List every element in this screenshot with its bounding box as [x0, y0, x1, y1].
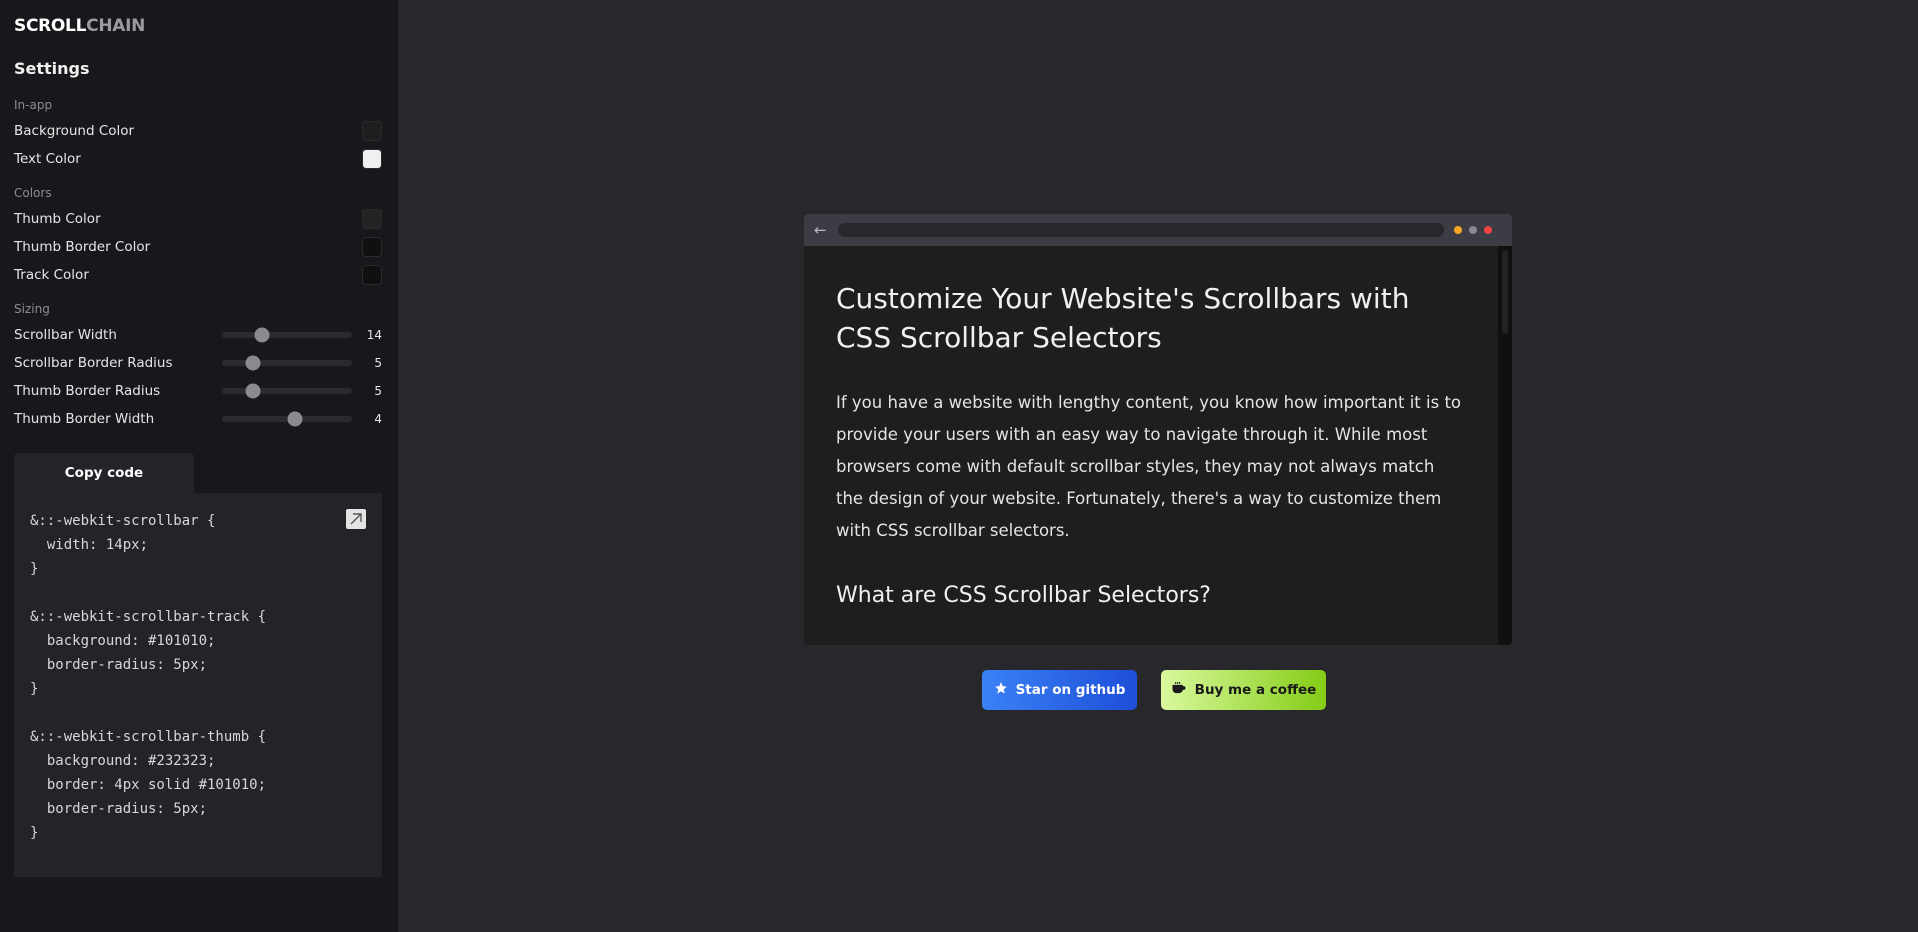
arrow-left-icon[interactable]: ← [814, 221, 832, 239]
window-dots [1454, 226, 1492, 234]
setting-thumb-color[interactable]: Thumb Color [14, 208, 382, 230]
setting-background-color[interactable]: Background Color [14, 120, 382, 142]
settings-title: Settings [14, 59, 90, 78]
settings-sidebar: SCROLLCHAIN Settings In-app Background C… [0, 0, 398, 932]
app-logo: SCROLLCHAIN [14, 16, 145, 36]
setting-thumb-border-color[interactable]: Thumb Border Color [14, 236, 382, 258]
slider-value: 4 [374, 412, 382, 426]
url-bar [838, 223, 1444, 237]
code-panel: &::-webkit-scrollbar { width: 14px; } &:… [14, 493, 382, 877]
section-label-inapp: In-app [14, 98, 53, 112]
copy-icon-graphic [350, 513, 362, 525]
section-label-colors: Colors [14, 186, 52, 200]
slider-value: 5 [374, 356, 382, 370]
css-code-block: &::-webkit-scrollbar { width: 14px; } &:… [30, 513, 267, 841]
tab-copy-code[interactable]: Copy code [14, 453, 194, 493]
setting-label: Background Color [14, 123, 135, 139]
window-dot-yellow [1454, 226, 1462, 234]
button-label: Star on github [1015, 682, 1126, 698]
slider-knob[interactable] [245, 355, 261, 371]
preview-subheading: What are CSS Scrollbar Selectors? [836, 583, 1211, 608]
setting-scrollbar-width: Scrollbar Width 14 [14, 324, 382, 346]
thumb-border-radius-slider[interactable] [222, 383, 352, 399]
star-icon [994, 681, 1008, 699]
buy-me-a-coffee-button[interactable]: Buy me a coffee [1161, 670, 1326, 710]
button-label: Buy me a coffee [1194, 682, 1317, 698]
copy-icon[interactable] [346, 509, 366, 529]
scrollbar-width-slider[interactable] [222, 327, 352, 343]
thumb-color-swatch[interactable] [362, 209, 382, 229]
slider-knob[interactable] [245, 383, 261, 399]
background-color-swatch[interactable] [362, 121, 382, 141]
slider-knob[interactable] [287, 411, 303, 427]
setting-label: Scrollbar Width [14, 327, 117, 343]
setting-label: Thumb Border Width [14, 411, 155, 427]
setting-scrollbar-border-radius: Scrollbar Border Radius 5 [14, 352, 382, 374]
setting-thumb-border-width: Thumb Border Width 4 [14, 408, 382, 430]
setting-label: Thumb Border Color [14, 239, 151, 255]
preview-scrollbar-track[interactable] [1498, 246, 1512, 645]
setting-text-color[interactable]: Text Color [14, 148, 382, 170]
setting-label: Track Color [14, 267, 89, 283]
track-color-swatch[interactable] [362, 265, 382, 285]
setting-label: Text Color [14, 151, 81, 167]
preview-scrollbar-thumb[interactable] [1502, 250, 1508, 334]
setting-label: Thumb Border Radius [14, 383, 161, 399]
browser-toolbar: ← [804, 214, 1512, 246]
preview-heading: Customize Your Website's Scrollbars with… [836, 282, 1410, 354]
slider-value: 5 [374, 384, 382, 398]
star-on-github-button[interactable]: Star on github [982, 670, 1137, 710]
setting-thumb-border-radius: Thumb Border Radius 5 [14, 380, 382, 402]
thumb-border-color-swatch[interactable] [362, 237, 382, 257]
thumb-border-width-slider[interactable] [222, 411, 352, 427]
text-color-swatch[interactable] [362, 149, 382, 169]
coffee-icon [1171, 680, 1187, 700]
scrollbar-border-radius-slider[interactable] [222, 355, 352, 371]
preview-paragraph: If you have a website with lengthy conte… [836, 393, 1462, 540]
window-dot-gray [1469, 226, 1477, 234]
slider-value: 14 [366, 328, 382, 342]
logo-part-scroll: SCROLL [14, 16, 87, 36]
logo-part-chain: CHAIN [86, 16, 146, 36]
preview-content: Customize Your Website's Scrollbars with… [804, 246, 1512, 645]
setting-label: Thumb Color [14, 211, 101, 227]
setting-label: Scrollbar Border Radius [14, 355, 173, 371]
slider-knob[interactable] [254, 327, 270, 343]
window-dot-red [1484, 226, 1492, 234]
setting-track-color[interactable]: Track Color [14, 264, 382, 286]
section-label-sizing: Sizing [14, 302, 50, 316]
browser-preview: ← Customize Your Website's Scrollbars wi… [804, 214, 1512, 645]
